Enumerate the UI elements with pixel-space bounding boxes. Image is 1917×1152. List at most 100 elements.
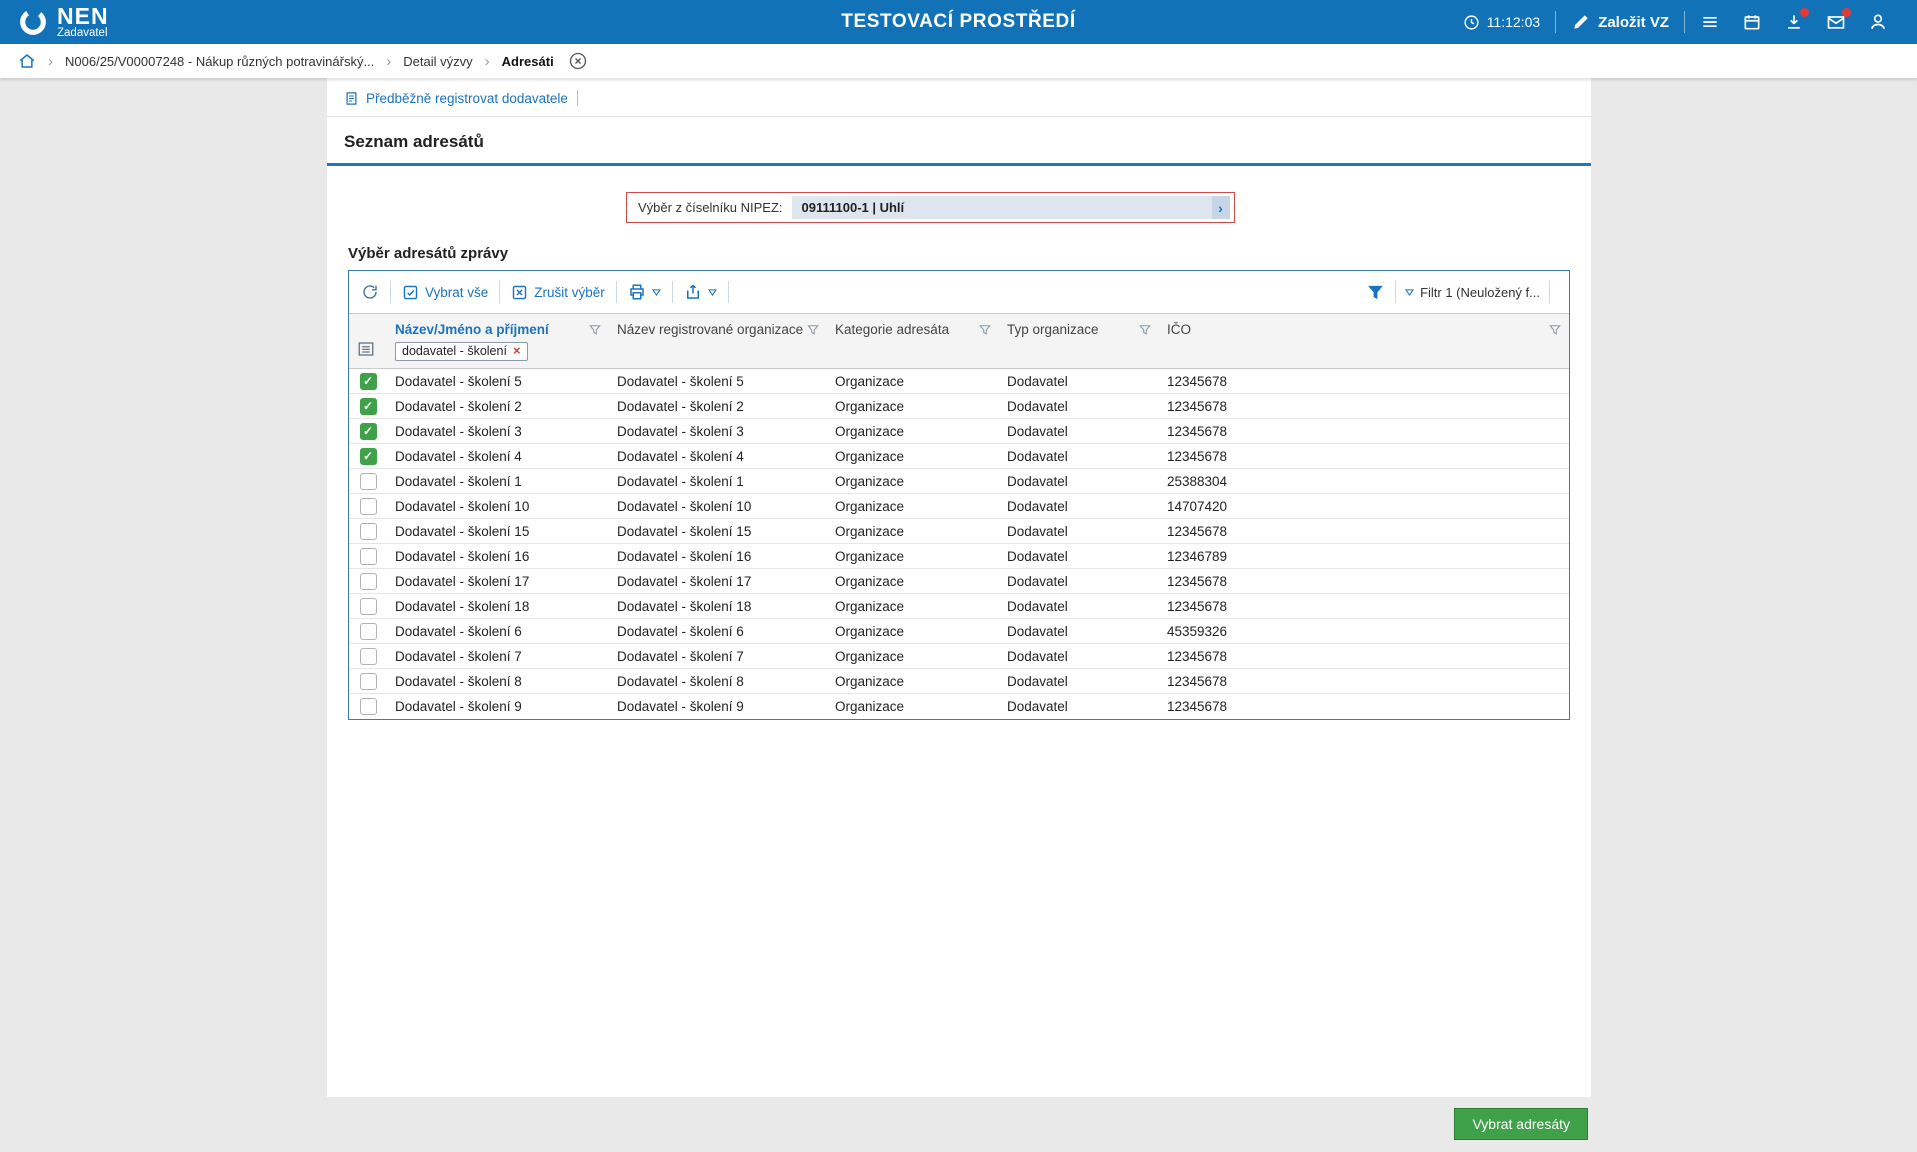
nen-logo-icon: [18, 7, 48, 37]
row-checkbox[interactable]: [360, 698, 377, 715]
row-name: Dodavatel - školení 1: [387, 474, 609, 489]
row-ico: 12345678: [1159, 674, 1569, 689]
row-checkbox[interactable]: [360, 648, 377, 665]
table-row[interactable]: Dodavatel - školení 3 Dodavatel - školen…: [349, 419, 1569, 444]
table-row[interactable]: Dodavatel - školení 8 Dodavatel - školen…: [349, 669, 1569, 694]
table-row[interactable]: Dodavatel - školení 5 Dodavatel - školen…: [349, 369, 1569, 394]
download-icon-wrap: [1784, 12, 1804, 32]
messages-button[interactable]: [1815, 12, 1857, 32]
print-button[interactable]: [626, 283, 663, 301]
row-org: Dodavatel - školení 2: [609, 399, 827, 414]
row-org: Dodavatel - školení 5: [609, 374, 827, 389]
column-header-org[interactable]: Název registrované organizace: [609, 314, 827, 368]
row-org: Dodavatel - školení 10: [609, 499, 827, 514]
clear-selection-button[interactable]: Zrušit výběr: [509, 284, 607, 301]
column-filter-icon[interactable]: [1549, 324, 1561, 336]
row-checkbox[interactable]: [360, 398, 377, 415]
row-select-cell: [349, 398, 387, 415]
row-checkbox[interactable]: [360, 673, 377, 690]
row-checkbox[interactable]: [360, 623, 377, 640]
active-filter-button[interactable]: [1365, 284, 1386, 301]
register-supplier-link[interactable]: Předběžně registrovat dodavatele: [344, 91, 568, 106]
row-name: Dodavatel - školení 8: [387, 674, 609, 689]
row-org: Dodavatel - školení 15: [609, 524, 827, 539]
export-button[interactable]: [682, 283, 719, 301]
column-filter-icon[interactable]: [589, 324, 601, 336]
table-header: Název/Jméno a příjmení dodavatel - škole…: [349, 313, 1569, 369]
row-checkbox[interactable]: [360, 373, 377, 390]
row-checkbox[interactable]: [360, 573, 377, 590]
close-circle-icon[interactable]: [568, 51, 588, 71]
row-type: Dodavatel: [999, 424, 1159, 439]
row-checkbox[interactable]: [360, 523, 377, 540]
row-checkbox[interactable]: [360, 598, 377, 615]
refresh-button[interactable]: [359, 283, 381, 301]
column-header-ico[interactable]: IČO: [1159, 314, 1569, 368]
column-header-name[interactable]: Název/Jméno a příjmení dodavatel - škole…: [387, 314, 609, 368]
row-checkbox[interactable]: [360, 473, 377, 490]
row-checkbox[interactable]: [360, 423, 377, 440]
zalozit-vz-button[interactable]: Založit VZ: [1560, 12, 1680, 32]
column-title-category: Kategorie adresáta: [835, 322, 979, 337]
row-checkbox[interactable]: [360, 448, 377, 465]
table-row[interactable]: Dodavatel - školení 4 Dodavatel - školen…: [349, 444, 1569, 469]
addressees-grid: Vybrat vše Zrušit výběr: [348, 270, 1570, 720]
chip-remove-icon[interactable]: ×: [513, 345, 521, 357]
row-category: Organizace: [827, 474, 999, 489]
table-row[interactable]: Dodavatel - školení 1 Dodavatel - školen…: [349, 469, 1569, 494]
row-checkbox[interactable]: [360, 548, 377, 565]
brand-role: Zadavatel: [57, 27, 109, 39]
row-name: Dodavatel - školení 10: [387, 499, 609, 514]
topbar-actions: 11:12:03 Založit VZ: [1452, 11, 1899, 33]
table-row[interactable]: Dodavatel - školení 15 Dodavatel - škole…: [349, 519, 1569, 544]
register-row: Předběžně registrovat dodavatele: [327, 78, 1591, 117]
nipez-open-button[interactable]: ›: [1212, 196, 1230, 219]
column-header-type[interactable]: Typ organizace: [999, 314, 1159, 368]
row-type: Dodavatel: [999, 674, 1159, 689]
menu-button[interactable]: [1689, 12, 1731, 32]
filter-funnel-filled-icon: [1367, 284, 1384, 301]
row-select-cell: [349, 373, 387, 390]
row-org: Dodavatel - školení 16: [609, 549, 827, 564]
vybrat-adresaty-button[interactable]: Vybrat adresáty: [1454, 1108, 1588, 1140]
user-button[interactable]: [1857, 12, 1899, 32]
row-checkbox[interactable]: [360, 498, 377, 515]
table-row[interactable]: Dodavatel - školení 6 Dodavatel - školen…: [349, 619, 1569, 644]
table-row[interactable]: Dodavatel - školení 9 Dodavatel - školen…: [349, 694, 1569, 719]
calendar-button[interactable]: [1731, 12, 1773, 32]
home-icon[interactable]: [18, 52, 36, 70]
table-row[interactable]: Dodavatel - školení 7 Dodavatel - školen…: [349, 644, 1569, 669]
brand-name: NEN: [57, 6, 109, 27]
breadcrumb-item-detail[interactable]: Detail výzvy: [403, 54, 472, 69]
column-header-category[interactable]: Kategorie adresáta: [827, 314, 999, 368]
filter-status[interactable]: Filtr 1 (Neuložený f...: [1405, 285, 1540, 300]
table-row[interactable]: Dodavatel - školení 17 Dodavatel - škole…: [349, 569, 1569, 594]
divider: [577, 90, 578, 106]
breadcrumb-item-adresati[interactable]: Adresáti: [502, 54, 554, 69]
row-name: Dodavatel - školení 6: [387, 624, 609, 639]
column-filter-icon[interactable]: [1139, 324, 1151, 336]
downloads-button[interactable]: [1773, 12, 1815, 32]
table-row[interactable]: Dodavatel - školení 10 Dodavatel - škole…: [349, 494, 1569, 519]
zalozit-vz-label: Založit VZ: [1598, 14, 1669, 31]
column-header-row: IČO: [1167, 322, 1561, 337]
mail-icon-wrap: [1826, 12, 1846, 32]
table-row[interactable]: Dodavatel - školení 16 Dodavatel - škole…: [349, 544, 1569, 569]
divider: [1395, 281, 1396, 303]
nipez-value[interactable]: 09111100-1 | Uhlí: [792, 196, 1212, 219]
row-type: Dodavatel: [999, 499, 1159, 514]
row-ico: 12345678: [1159, 599, 1569, 614]
brand-text: NEN Zadavatel: [57, 6, 109, 39]
row-type: Dodavatel: [999, 374, 1159, 389]
column-filter-icon[interactable]: [807, 324, 819, 336]
table-row[interactable]: Dodavatel - školení 18 Dodavatel - škole…: [349, 594, 1569, 619]
breadcrumb-item-procedure[interactable]: N006/25/V00007248 - Nákup různých potrav…: [65, 54, 374, 69]
select-all-button[interactable]: Vybrat vše: [400, 284, 490, 301]
table-row[interactable]: Dodavatel - školení 2 Dodavatel - školen…: [349, 394, 1569, 419]
brand[interactable]: NEN Zadavatel: [18, 6, 109, 39]
column-header-row: Kategorie adresáta: [835, 322, 991, 337]
column-chooser-icon[interactable]: [357, 340, 375, 358]
row-select-cell: [349, 548, 387, 565]
chevron-down-icon: [652, 289, 661, 296]
column-filter-icon[interactable]: [979, 324, 991, 336]
